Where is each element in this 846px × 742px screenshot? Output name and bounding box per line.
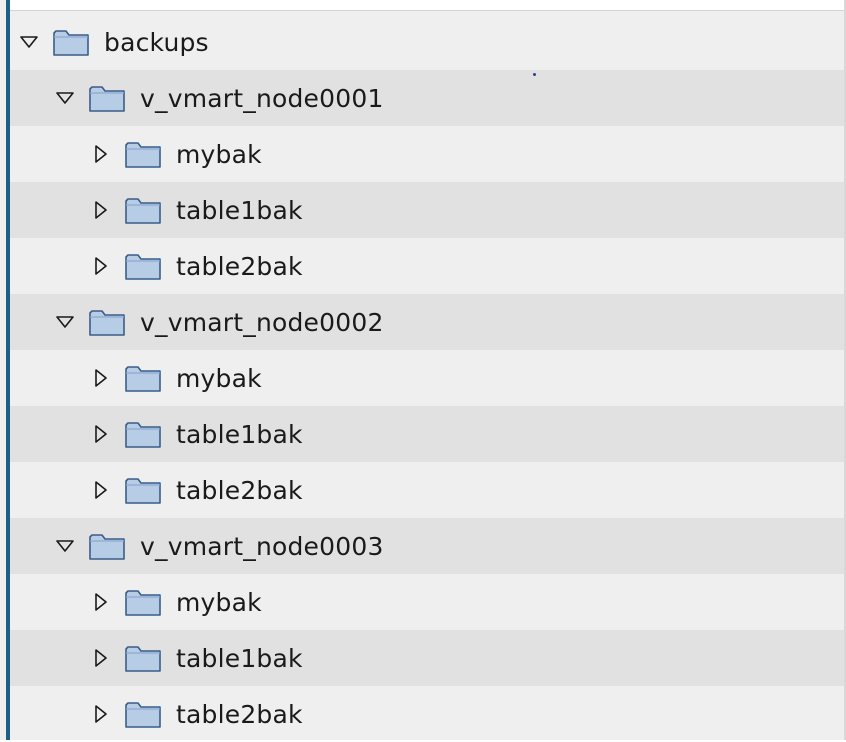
- tree-node-label: v_vmart_node0001: [140, 83, 384, 113]
- tree-node-label: table1bak: [176, 419, 303, 449]
- tree-node-v-vmart-node0001[interactable]: v_vmart_node0001: [10, 70, 844, 126]
- tree-node-label: table2bak: [176, 699, 303, 729]
- folder-icon: [88, 83, 126, 113]
- tree-node-label: table2bak: [176, 475, 303, 505]
- folder-icon: [52, 27, 90, 57]
- tree-node-label: table1bak: [176, 643, 303, 673]
- cursor-speck: [533, 73, 536, 76]
- tree-node-mybak[interactable]: mybak: [10, 574, 844, 630]
- tree-node-mybak[interactable]: mybak: [10, 126, 844, 182]
- tree-node-table2bak[interactable]: table2bak: [10, 462, 844, 518]
- collapsed-arrow-icon[interactable]: [90, 143, 112, 165]
- folder-icon: [124, 587, 162, 617]
- expanded-arrow-icon[interactable]: [54, 311, 76, 333]
- tree-node-label: backups: [104, 27, 209, 57]
- collapsed-arrow-icon[interactable]: [90, 703, 112, 725]
- tree-node-label: mybak: [176, 139, 262, 169]
- folder-icon: [124, 195, 162, 225]
- tree-node-table2bak[interactable]: table2bak: [10, 238, 844, 294]
- tree-node-label: v_vmart_node0002: [140, 307, 384, 337]
- folder-icon: [124, 643, 162, 673]
- tree-node-label: v_vmart_node0003: [140, 531, 384, 561]
- tree-node-backups[interactable]: backups: [10, 14, 844, 70]
- folder-icon: [124, 251, 162, 281]
- collapsed-arrow-icon[interactable]: [90, 591, 112, 613]
- collapsed-arrow-icon[interactable]: [90, 479, 112, 501]
- tree-node-label: mybak: [176, 587, 262, 617]
- folder-icon: [88, 531, 126, 561]
- folder-icon: [124, 699, 162, 729]
- folder-icon: [88, 307, 126, 337]
- tree-node-v-vmart-node0003[interactable]: v_vmart_node0003: [10, 518, 844, 574]
- collapsed-arrow-icon[interactable]: [90, 199, 112, 221]
- collapsed-arrow-icon[interactable]: [90, 647, 112, 669]
- tree-node-table1bak[interactable]: table1bak: [10, 406, 844, 462]
- expanded-arrow-icon[interactable]: [54, 87, 76, 109]
- folder-icon: [124, 475, 162, 505]
- tree-node-table1bak[interactable]: table1bak: [10, 630, 844, 686]
- collapsed-arrow-icon[interactable]: [90, 367, 112, 389]
- collapsed-arrow-icon[interactable]: [90, 423, 112, 445]
- panel-top-strip: [10, 0, 846, 11]
- tree-node-v-vmart-node0002[interactable]: v_vmart_node0002: [10, 294, 844, 350]
- file-tree-panel: backups v_vmart_node0001 mybak table1bak…: [0, 0, 846, 740]
- tree-node-table2bak[interactable]: table2bak: [10, 686, 844, 742]
- tree-node-label: table1bak: [176, 195, 303, 225]
- folder-icon: [124, 363, 162, 393]
- collapsed-arrow-icon[interactable]: [90, 255, 112, 277]
- folder-icon: [124, 419, 162, 449]
- expanded-arrow-icon[interactable]: [18, 31, 40, 53]
- folder-icon: [124, 139, 162, 169]
- folder-tree: backups v_vmart_node0001 mybak table1bak…: [10, 14, 844, 742]
- tree-node-label: mybak: [176, 363, 262, 393]
- expanded-arrow-icon[interactable]: [54, 535, 76, 557]
- tree-node-table1bak[interactable]: table1bak: [10, 182, 844, 238]
- tree-node-mybak[interactable]: mybak: [10, 350, 844, 406]
- tree-node-label: table2bak: [176, 251, 303, 281]
